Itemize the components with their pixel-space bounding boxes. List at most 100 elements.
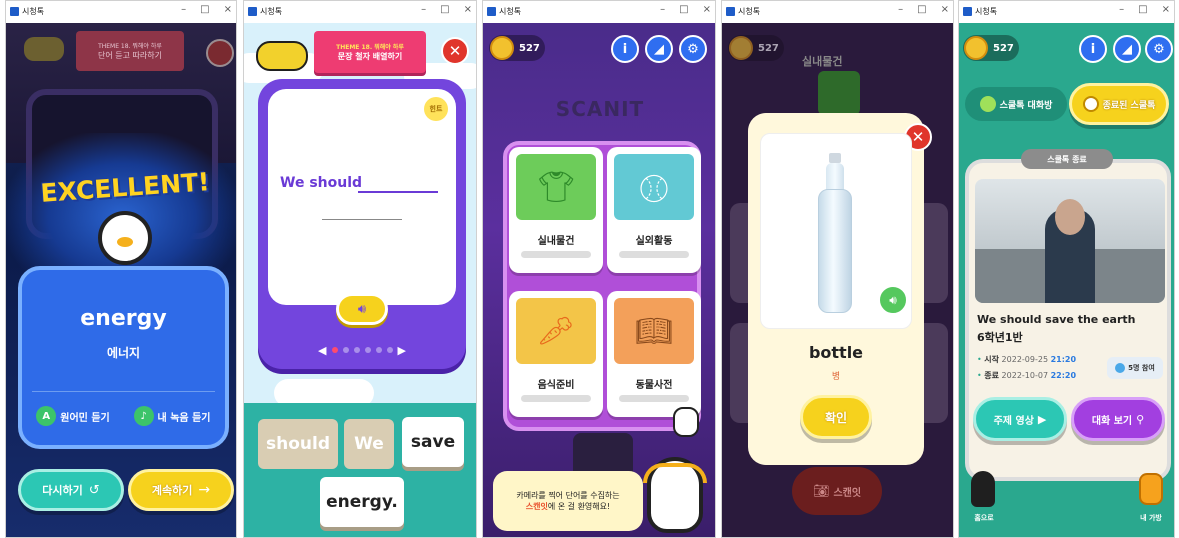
window-controls: – □ × [898, 4, 949, 15]
panel1-content: THEME 18. 뭐해야 하루 단어 듣고 따라하기 EXCELLENT! e… [6, 23, 236, 537]
word-tile[interactable]: energy. [320, 477, 404, 527]
my-voice-icon: ♪ [133, 406, 154, 426]
word-tile[interactable]: We [344, 419, 394, 469]
topic-image [975, 179, 1165, 303]
settings-gear-icon[interactable]: ⚙ [1145, 35, 1173, 63]
chat-bubble-icon [979, 96, 996, 112]
scan-button: 📷︎ 스캔잇 [792, 467, 882, 515]
arrow-left-icon[interactable]: ◀ [318, 344, 326, 357]
info-icon[interactable]: i [611, 35, 639, 63]
coin-counter[interactable]: 527 [489, 35, 545, 61]
continue-button[interactable]: 계속하기 → [128, 469, 234, 511]
close-icon[interactable] [206, 39, 234, 67]
topic-video-button[interactable]: 주제 영상 ▶ [973, 397, 1067, 441]
minimize-button[interactable]: – [898, 4, 903, 15]
app-icon [726, 7, 735, 16]
sentence-text: We should [280, 175, 363, 191]
category-card-outdoor[interactable]: ⚾︎ 실외활동 [607, 147, 701, 273]
panel5-content: 527 i ◢ ⚙ 스쿨톡 대화방 종료된 스쿨톡 스쿨톡 종료 We shou… [959, 23, 1174, 537]
bag-button[interactable]: 내 가방 [1133, 471, 1169, 527]
coin-icon [964, 36, 988, 60]
minimize-button[interactable]: – [660, 4, 665, 15]
progress-bar [619, 251, 689, 258]
view-chat-button[interactable]: 대화 보기 ⚲ [1071, 397, 1165, 441]
retry-button[interactable]: 다시하기 ↺ [18, 469, 124, 511]
end-date: 2022-10-07 [1001, 371, 1049, 380]
banner-line1: THEME 18. 뭐해야 하루 [98, 43, 162, 50]
close-button[interactable]: × [464, 4, 472, 15]
speaker-button[interactable]: 🔊︎ [336, 293, 388, 325]
maximize-button[interactable]: □ [440, 4, 449, 15]
tab-chat-room[interactable]: 스쿨톡 대화방 [965, 87, 1067, 121]
close-button[interactable]: × [941, 4, 949, 15]
maximize-button[interactable]: □ [200, 4, 209, 15]
notification-icon[interactable]: ◢ [645, 35, 673, 63]
banner-line1: THEME 18. 뭐해야 하루 [336, 44, 404, 51]
word-tile[interactable]: should [258, 419, 338, 469]
home-button[interactable]: 홈으로 [967, 471, 1001, 527]
arrow-right-icon[interactable]: ▶ [398, 344, 406, 357]
close-button[interactable]: × [703, 4, 711, 15]
category-label: 실내물건 [537, 236, 575, 247]
close-icon[interactable]: ✕ [441, 37, 469, 65]
coin-count: 527 [993, 42, 1014, 54]
minimize-button[interactable]: – [421, 4, 426, 15]
word-tile[interactable]: save [402, 417, 464, 467]
category-card-indoor[interactable]: 👕︎ 실내물건 [509, 147, 603, 273]
category-card-animal[interactable]: 📖︎ 동물사전 [607, 291, 701, 417]
window-controls: – □ × [660, 4, 711, 15]
start-time: 21:20 [1050, 355, 1077, 364]
window-controls: – □ × [421, 4, 472, 15]
page-dot[interactable] [386, 347, 393, 353]
window-title: 시청톡 [975, 7, 998, 16]
divider [32, 391, 215, 392]
end-label: 종료 [984, 371, 999, 380]
close-button[interactable]: × [1162, 4, 1170, 15]
window-5: 시청톡 – □ × 527 i ◢ ⚙ 스쿨톡 대화방 종료된 스쿨톡 스쿨톡 … [958, 0, 1175, 538]
tab-chat-label: 스쿨톡 대화방 [999, 100, 1053, 111]
confirm-button[interactable]: 확인 [800, 395, 872, 439]
blank-line [358, 191, 438, 193]
card-tag-label: 스쿨톡 종료 [1047, 154, 1087, 164]
page-dot[interactable] [364, 347, 371, 353]
background-title: 실내물건 [802, 55, 843, 68]
speaker-button[interactable]: 🔊︎ [878, 285, 908, 315]
page-dot[interactable] [353, 347, 360, 353]
app-icon [248, 7, 257, 16]
shirt-icon [818, 71, 860, 115]
maximize-button[interactable]: □ [917, 4, 926, 15]
home-label: 홈으로 [974, 514, 994, 522]
hint-label: 힌트 [429, 105, 443, 113]
my-recording-button[interactable]: ♪ 내 녹음 듣기 [124, 403, 220, 429]
participants-icon [1115, 363, 1126, 373]
mascot-plane [24, 37, 64, 61]
settings-gear-icon[interactable]: ⚙ [679, 35, 707, 63]
maximize-button[interactable]: □ [679, 4, 688, 15]
bubble-line2: 에 온 걸 환영해요! [547, 502, 611, 511]
page-dot-active[interactable] [331, 347, 338, 353]
native-listen-button[interactable]: A 원어민 듣기 [28, 403, 118, 429]
continue-label: 계속하기 [151, 484, 193, 497]
info-icon[interactable]: i [1079, 35, 1107, 63]
category-card-food[interactable]: 🥕︎ 음식준비 [509, 291, 603, 417]
notification-icon[interactable]: ◢ [1113, 35, 1141, 63]
native-speaker-icon: A [36, 406, 57, 426]
minimize-button[interactable]: – [181, 4, 186, 15]
window-title: 시청톡 [499, 7, 522, 16]
page-dot[interactable] [375, 347, 382, 353]
coin-counter: 527 [728, 35, 784, 61]
close-button[interactable]: × [224, 4, 232, 15]
hint-bulb-icon[interactable]: 힌트 [424, 97, 448, 121]
page-dot[interactable] [342, 347, 349, 353]
window-3: 시청톡 – □ × 527 i ◢ ⚙ SCANIT 👕︎ 실내물건 ⚾︎ 실외… [482, 0, 716, 538]
baseball-icon: ⚾︎ [614, 154, 694, 220]
talk-title: We should save the earth [977, 313, 1136, 326]
coin-counter[interactable]: 527 [963, 35, 1019, 61]
start-row: • 시작 2022-09-25 21:20 [977, 354, 1076, 365]
tab-ended-schooltalk[interactable]: 종료된 스쿨톡 [1069, 83, 1169, 125]
carrot-icon: 🥕︎ [516, 298, 596, 364]
topic-video-label: 주제 영상 [993, 415, 1034, 427]
window-title: 시청톡 [260, 7, 283, 16]
minimize-button[interactable]: – [1119, 4, 1124, 15]
maximize-button[interactable]: □ [1138, 4, 1147, 15]
